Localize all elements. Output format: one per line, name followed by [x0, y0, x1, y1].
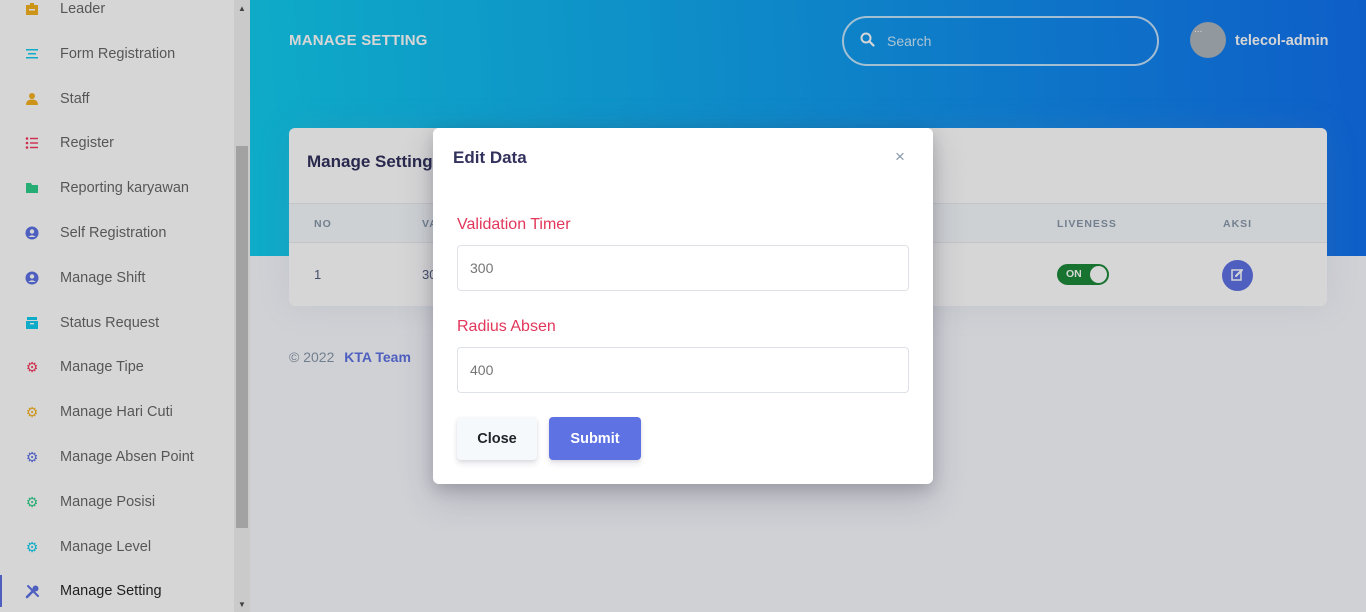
close-button[interactable]: Close — [457, 417, 537, 460]
radius-absen-input[interactable] — [457, 347, 909, 393]
close-icon[interactable]: × — [895, 147, 905, 167]
radius-absen-label: Radius Absen — [457, 318, 556, 335]
validation-timer-label: Validation Timer — [457, 216, 571, 233]
submit-button[interactable]: Submit — [549, 417, 641, 460]
edit-data-modal: Edit Data × Validation Timer Radius Abse… — [433, 128, 933, 484]
validation-timer-input[interactable] — [457, 245, 909, 291]
modal-title: Edit Data — [453, 148, 527, 167]
